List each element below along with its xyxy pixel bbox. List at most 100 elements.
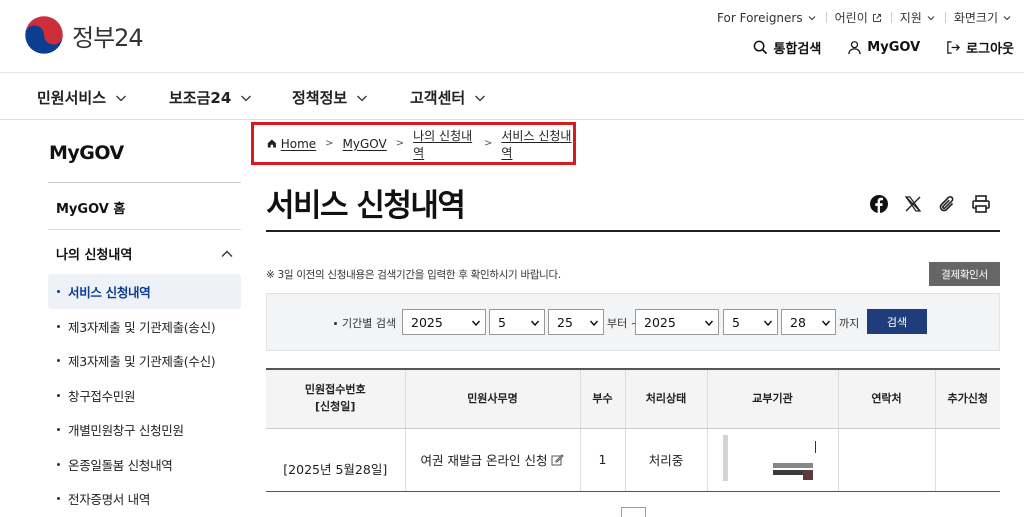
period-search-label: 기간별 검색 — [334, 315, 396, 331]
to-year-value: 2025 — [644, 314, 676, 330]
side-nav-item-label: 온종일돌봄 신청내역 — [68, 458, 173, 473]
edit-icon — [551, 454, 565, 466]
from-day-value: 25 — [557, 314, 573, 330]
chevron-right-icon: > — [325, 138, 334, 149]
gnb-label: 민원서비스 — [37, 89, 107, 107]
mygov-link[interactable]: MyGOV — [847, 38, 920, 57]
side-nav-item-label: 제3자제출 및 기관제출(송신) — [68, 320, 216, 335]
utility-nav: For Foreigners 어린이 지원 화면크기 — [708, 9, 1012, 26]
to-month-select[interactable]: 5 — [723, 309, 778, 335]
chevron-down-icon — [471, 320, 481, 327]
side-nav-item-counter-applications[interactable]: 창구접수민원 — [48, 378, 241, 413]
to-year-select[interactable]: 2025 — [635, 309, 719, 335]
redacted-content — [722, 433, 823, 483]
side-nav-item-individual-counter[interactable]: 개별민원창구 신청민원 — [48, 412, 241, 447]
print-icon — [972, 195, 990, 213]
facebook-share-button[interactable] — [869, 194, 889, 218]
logout-link-label: 로그아웃 — [966, 42, 1014, 57]
mygov-link-label: MyGOV — [867, 40, 921, 55]
header-additional-request: 추가신청 — [935, 368, 1000, 429]
breadcrumb-home[interactable]: Home — [281, 137, 316, 151]
row-issuing-agency-redacted — [707, 428, 839, 492]
chevron-down-icon — [704, 320, 714, 327]
gnb-item-subsidy24[interactable]: 보조금24 — [169, 87, 252, 108]
from-month-value: 5 — [498, 314, 506, 330]
side-nav-title: MyGOV — [49, 142, 124, 164]
side-nav-home[interactable]: MyGOV 홈 — [56, 198, 125, 217]
kids-label: 어린이 — [834, 11, 868, 25]
external-link-icon — [872, 13, 881, 22]
divider — [48, 182, 241, 183]
search-link[interactable]: 통합검색 — [753, 38, 821, 57]
chevron-down-icon — [475, 95, 486, 101]
breadcrumb-my-applications[interactable]: 나의 신청내역 — [413, 127, 475, 161]
search-button[interactable]: 검색 — [867, 309, 927, 334]
bullet — [57, 359, 60, 362]
search-icon — [754, 40, 768, 55]
side-nav-item-e-certificates[interactable]: 전자증명서 내역 — [48, 481, 241, 516]
chevron-down-icon — [927, 15, 935, 20]
user-icon — [848, 41, 862, 55]
chevron-down-icon — [589, 320, 599, 327]
side-nav-group-my-applications[interactable]: 나의 신청내역 — [56, 244, 234, 263]
header-apply-date-label: [신청일] — [315, 399, 356, 413]
chevron-down-icon — [241, 95, 252, 101]
chevron-right-icon: > — [484, 138, 493, 149]
row-service-link[interactable]: 여권 재발급 온라인 신청 — [421, 453, 565, 468]
notice-text: ※ 3일 이전의 신청내용은 검색기간을 입력한 후 확인하시기 바랍니다. — [266, 269, 561, 281]
site-logo[interactable]: 정부24 — [24, 15, 144, 55]
period-search-label-text: 기간별 검색 — [342, 317, 397, 330]
side-nav-item-label: 제3자제출 및 기관제출(수신) — [68, 354, 216, 369]
breadcrumb-current[interactable]: 서비스 신청내역 — [501, 127, 573, 161]
applications-table: 민원접수번호 [신청일] 민원사무명 부수 처리상태 교부기관 연락처 추가신청 … — [266, 368, 1000, 492]
bullet — [334, 321, 337, 325]
period-search-box: 기간별 검색 2025 5 25 부터 ~ 2025 5 28 까지 검색 — [266, 293, 1000, 351]
gnb-item-policy-info[interactable]: 정책정보 — [292, 87, 368, 108]
home-icon — [267, 139, 276, 148]
main-links: 통합검색 MyGOV 로그아웃 — [753, 38, 1014, 57]
bullet — [57, 497, 60, 500]
gnb-item-customer-center[interactable]: 고객센터 — [410, 87, 486, 108]
pagination-page[interactable] — [621, 507, 646, 517]
header-receipt-label: 민원접수번호 — [304, 383, 366, 397]
from-year-value: 2025 — [411, 314, 443, 330]
print-button[interactable] — [971, 194, 991, 218]
to-suffix: 까지 — [839, 317, 860, 330]
breadcrumb-mygov[interactable]: MyGOV — [343, 137, 387, 151]
side-nav-item-third-party-send[interactable]: 제3자제출 및 기관제출(송신) — [48, 309, 241, 344]
from-day-select[interactable]: 25 — [548, 309, 604, 335]
chevron-up-icon — [221, 250, 233, 257]
breadcrumb: Home > MyGOV > 나의 신청내역 > 서비스 신청내역 — [251, 122, 576, 165]
brand-name: 정부24 — [72, 23, 144, 52]
payment-confirmation-button[interactable]: 결제확인서 — [929, 262, 1000, 286]
header-status: 처리상태 — [625, 368, 708, 429]
bullet — [57, 290, 60, 293]
side-nav-item-service-applications[interactable]: 서비스 신청내역 — [48, 274, 241, 309]
kids-link[interactable]: 어린이 — [825, 9, 891, 26]
paperclip-icon — [939, 196, 954, 212]
side-nav-item-third-party-receive[interactable]: 제3자제출 및 기관제출(수신) — [48, 343, 241, 378]
gnb-item-civil-service[interactable]: 민원서비스 — [37, 87, 127, 108]
to-month-value: 5 — [732, 314, 740, 330]
for-foreigners-link[interactable]: For Foreigners — [708, 11, 826, 25]
from-year-select[interactable]: 2025 — [402, 309, 486, 335]
bullet — [57, 463, 60, 466]
global-nav: 민원서비스 보조금24 정책정보 고객센터 — [0, 74, 1024, 120]
header-contact: 연락처 — [838, 368, 936, 429]
bullet — [57, 394, 60, 397]
logout-link[interactable]: 로그아웃 — [946, 38, 1014, 57]
chevron-down-icon — [116, 95, 126, 101]
to-day-select[interactable]: 28 — [781, 309, 836, 335]
from-month-select[interactable]: 5 — [489, 309, 545, 335]
support-menu[interactable]: 지원 — [890, 9, 945, 26]
copy-link-button[interactable] — [937, 194, 957, 218]
font-size-menu[interactable]: 화면크기 — [944, 9, 1012, 26]
row-additional-request — [935, 428, 1000, 492]
side-nav-item-label: 개별민원창구 신청민원 — [68, 423, 184, 438]
row-service-name-cell: 여권 재발급 온라인 신청 — [405, 428, 581, 492]
chevron-down-icon — [821, 320, 831, 327]
table-row: [2025년 5월28일] 여권 재발급 온라인 신청 1 처리중 — [266, 428, 1000, 492]
side-nav-item-label: 서비스 신청내역 — [68, 285, 151, 300]
x-share-button[interactable] — [903, 194, 923, 218]
side-nav-item-all-day-care[interactable]: 온종일돌봄 신청내역 — [48, 447, 241, 482]
